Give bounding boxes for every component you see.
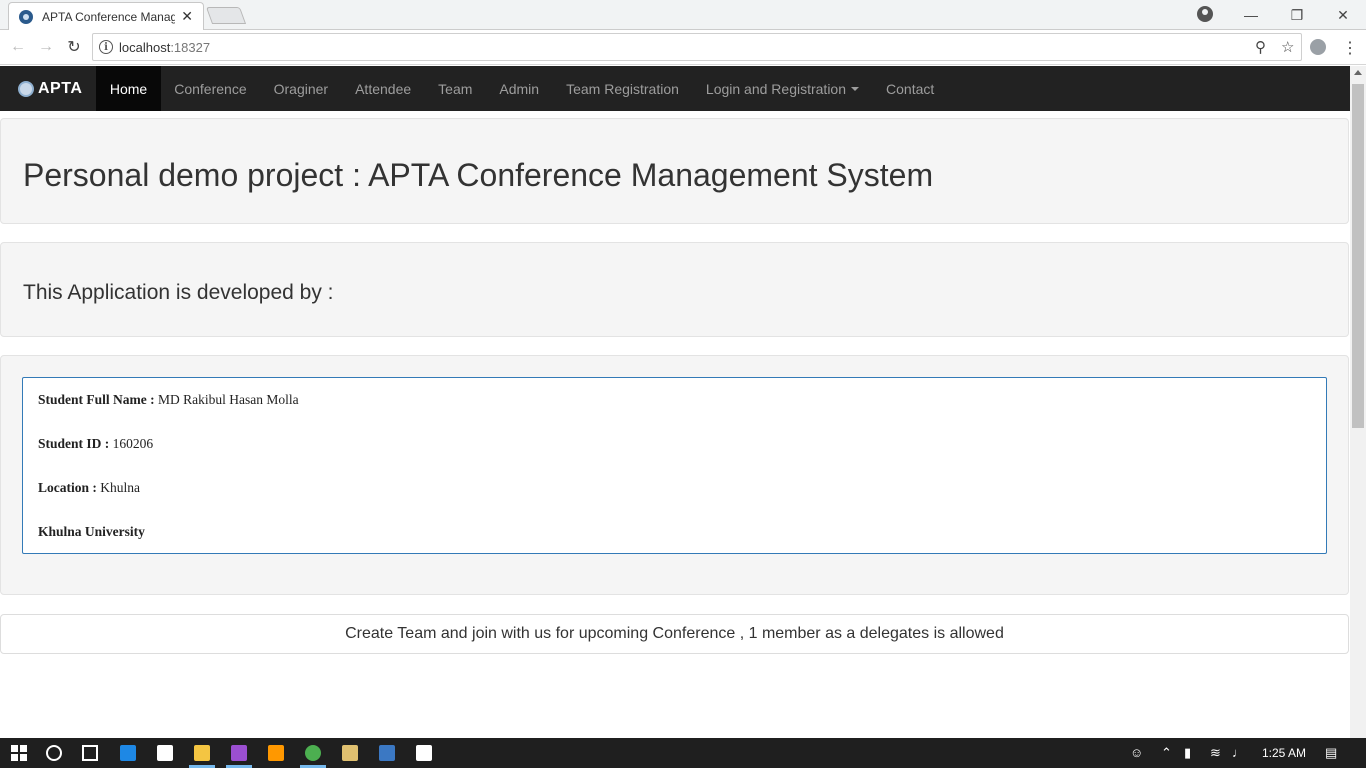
- windows-start-icon[interactable]: [11, 745, 27, 761]
- globe-icon: [19, 9, 33, 24]
- university: Khulna University: [38, 524, 145, 539]
- volume-icon[interactable]: ♩: [1232, 745, 1245, 760]
- nav-item-team[interactable]: Team: [425, 66, 486, 111]
- store-icon[interactable]: [157, 745, 173, 761]
- brand-logo[interactable]: APTA: [0, 66, 96, 111]
- main-navbar: APTA Home Conference Oraginer Attendee Team A…: [0, 66, 1350, 111]
- caret-down-icon: [851, 86, 860, 91]
- nav-item-label: Oraginer: [273, 80, 329, 97]
- minimize-icon[interactable]: —: [1228, 0, 1274, 30]
- page-scrollbar[interactable]: [1350, 66, 1366, 738]
- nav-item-label: Contact: [886, 80, 935, 97]
- nav-item-login-and-registration[interactable]: Login and Registration: [692, 66, 872, 111]
- info-icon[interactable]: i: [99, 40, 113, 54]
- page-viewport: APTA Home Conference Oraginer Attendee Team A…: [0, 66, 1350, 738]
- subtitle-panel: This Application is developed by :: [0, 242, 1349, 337]
- nav-item-label: Home: [109, 80, 148, 97]
- profile-icon[interactable]: [1197, 6, 1213, 22]
- brand-text: APTA: [38, 79, 83, 97]
- nav-menu: Home Conference Oraginer Attendee Team Admin T…: [96, 66, 947, 111]
- browser-tabstrip: APTA Conference Manag ✕ — ❐ ✕: [0, 0, 1366, 30]
- window-close-icon[interactable]: ✕: [1320, 0, 1366, 30]
- tool-icon[interactable]: [342, 745, 358, 761]
- nav-item-label: Login and Registration: [705, 80, 847, 97]
- nav-item-label: Team Registration: [566, 80, 679, 97]
- back-icon[interactable]: ←: [9, 38, 27, 56]
- people-icon[interactable]: ☺: [1130, 745, 1143, 760]
- nav-item-label: Team: [438, 80, 473, 97]
- nav-item-conference[interactable]: Conference: [161, 66, 260, 111]
- edge-icon[interactable]: [120, 745, 136, 761]
- nav-item-label: Attendee: [355, 80, 412, 97]
- sublime-icon[interactable]: [268, 745, 284, 761]
- restore-icon[interactable]: ❐: [1274, 0, 1320, 30]
- action-center-icon[interactable]: ▤: [1325, 745, 1337, 761]
- url-text[interactable]: localhost:18327: [119, 40, 210, 55]
- browser-toolbar: ← → ↻ i localhost:18327 ⚲ ☆: [0, 30, 1366, 65]
- developer-panel: Student Full Name : MD Rakibul Hasan Mol…: [0, 355, 1349, 595]
- address-bar[interactable]: i localhost:18327 ⚲ ☆: [92, 33, 1302, 61]
- student-id: Student ID : 160206: [38, 436, 154, 451]
- nav-item-label: Admin: [499, 80, 540, 97]
- scroll-thumb[interactable]: [1352, 84, 1364, 428]
- page-title: Personal demo project : APTA Conference …: [23, 157, 934, 193]
- close-icon[interactable]: ✕: [181, 8, 193, 25]
- star-icon[interactable]: ☆: [1281, 38, 1294, 56]
- menu-icon[interactable]: ⋮: [1342, 38, 1358, 58]
- windows-taskbar: ☺ ⌃ ▮ ≋ ♩ 1:25 AM ▤: [0, 738, 1366, 768]
- tab-title: APTA Conference Manag: [42, 9, 176, 24]
- battery-icon[interactable]: ▮: [1184, 745, 1191, 761]
- nav-item-label: Conference: [174, 80, 247, 97]
- student-location: Location : Khulna: [38, 480, 140, 495]
- zoom-icon[interactable]: ⚲: [1255, 38, 1266, 56]
- nav-item-admin[interactable]: Admin: [486, 66, 553, 111]
- announcement-banner: Create Team and join with us for upcomin…: [0, 614, 1349, 654]
- globe-logo-icon: [18, 80, 34, 97]
- visual-studio-icon[interactable]: [231, 745, 247, 761]
- cortana-icon[interactable]: [46, 745, 62, 761]
- mail-icon[interactable]: [416, 745, 432, 761]
- file-explorer-icon[interactable]: [194, 745, 210, 761]
- new-tab-button[interactable]: [205, 7, 247, 24]
- nav-item-oraginer[interactable]: Oraginer: [260, 66, 341, 111]
- wifi-icon[interactable]: ≋: [1210, 745, 1221, 761]
- chevron-up-icon[interactable]: ⌃: [1161, 745, 1172, 761]
- browser-tab[interactable]: APTA Conference Manag ✕: [8, 2, 204, 30]
- forward-icon[interactable]: →: [37, 38, 55, 56]
- extension-icon[interactable]: [1310, 39, 1326, 55]
- developed-by-heading: This Application is developed by :: [23, 281, 334, 304]
- nav-item-home[interactable]: Home: [96, 66, 161, 111]
- taskbar-clock[interactable]: 1:25 AM: [1262, 746, 1306, 760]
- scroll-up-icon[interactable]: [1354, 70, 1362, 75]
- developer-info-box: Student Full Name : MD Rakibul Hasan Mol…: [22, 377, 1327, 554]
- nav-item-team-registration[interactable]: Team Registration: [553, 66, 693, 111]
- task-view-icon[interactable]: [82, 745, 98, 761]
- azure-icon[interactable]: [379, 745, 395, 761]
- reload-icon[interactable]: ↻: [65, 38, 83, 56]
- title-panel: Personal demo project : APTA Conference …: [0, 118, 1349, 224]
- student-name: Student Full Name : MD Rakibul Hasan Mol…: [38, 392, 299, 407]
- chrome-icon[interactable]: [305, 745, 321, 761]
- nav-item-contact[interactable]: Contact: [873, 66, 948, 111]
- nav-item-attendee[interactable]: Attendee: [342, 66, 425, 111]
